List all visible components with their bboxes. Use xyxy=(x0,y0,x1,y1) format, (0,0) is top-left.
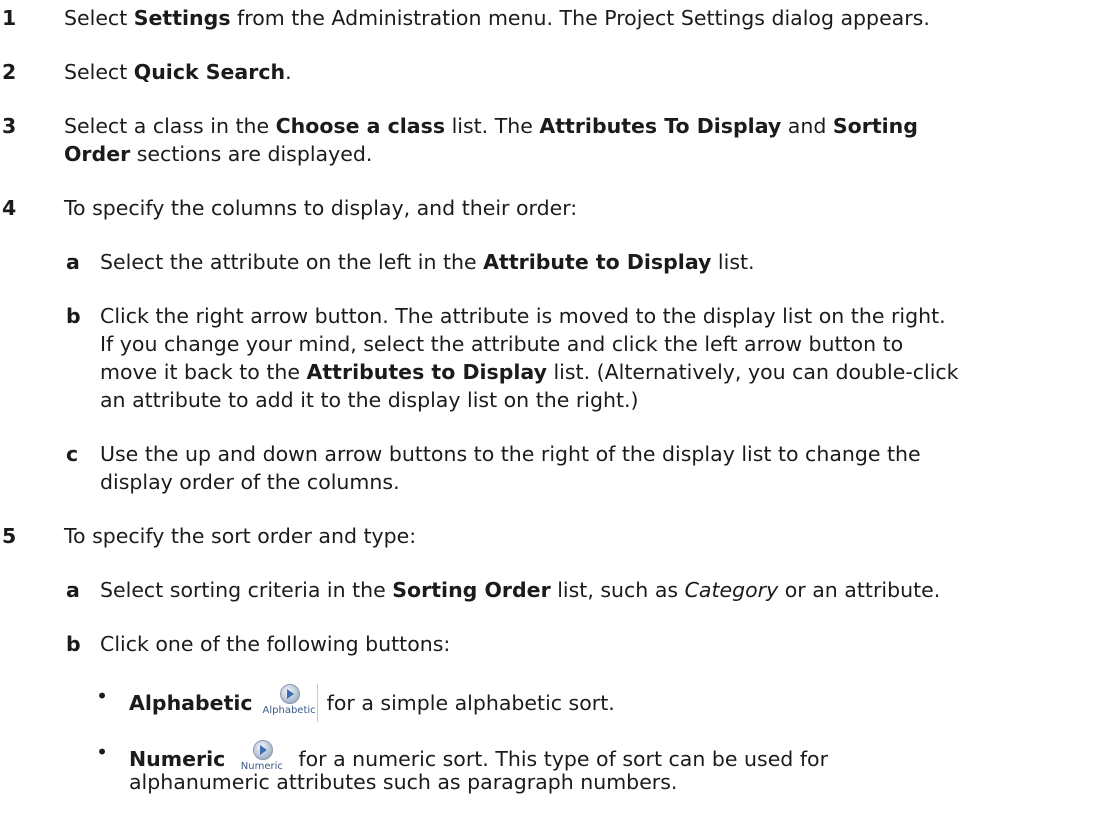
button-caption: Alphabetic xyxy=(262,705,316,716)
step-text-line: Select a class in the Choose a class lis… xyxy=(64,114,918,138)
step-text: Select Settings from the Administration … xyxy=(64,6,930,30)
bullet-text-line: alphanumeric attributes such as paragrap… xyxy=(129,770,678,794)
step-number: 3 xyxy=(2,114,17,138)
arrow-orb-icon xyxy=(252,740,273,760)
substep-letter: b xyxy=(66,304,81,328)
substep-text: Select the attribute on the left in the … xyxy=(100,250,755,274)
arrow-orb-icon xyxy=(280,684,301,704)
menu-item-quick-search: Quick Search xyxy=(133,60,286,84)
substep-letter: a xyxy=(66,250,80,274)
substep-text-line: display order of the columns. xyxy=(100,470,400,494)
step-number: 2 xyxy=(2,60,17,84)
bullet-symbol: • xyxy=(96,740,109,764)
step-intro: To specify the sort order and type: xyxy=(64,524,417,548)
substep-text-line: Use the up and down arrow buttons to the… xyxy=(100,442,921,466)
substep-text-line: an attribute to add it to the display li… xyxy=(100,388,639,412)
substep-text: Click one of the following buttons: xyxy=(100,632,451,656)
substep-text-line: move it back to the Attributes to Displa… xyxy=(100,360,959,384)
menu-item-settings: Settings xyxy=(133,6,231,30)
step-number: 1 xyxy=(2,6,17,30)
step-number: 4 xyxy=(2,196,17,220)
step-text: Select Quick Search. xyxy=(64,60,292,84)
bullet-text: Alphabetic Alphabetic for a simple alpha… xyxy=(129,684,615,722)
substep-text-line: Click the right arrow button. The attrib… xyxy=(100,304,946,328)
bullet-symbol: • xyxy=(96,684,109,708)
step-text-line: Order sections are displayed. xyxy=(64,142,373,166)
substep-letter: c xyxy=(66,442,79,466)
step-number: 5 xyxy=(2,524,17,548)
alphabetic-button[interactable]: Alphabetic xyxy=(261,684,319,722)
substep-text: Select sorting criteria in the Sorting O… xyxy=(100,578,941,602)
substep-letter: b xyxy=(66,632,81,656)
substep-text-line: If you change your mind, select the attr… xyxy=(100,332,904,356)
step-intro: To specify the columns to display, and t… xyxy=(64,196,578,220)
substep-letter: a xyxy=(66,578,80,602)
